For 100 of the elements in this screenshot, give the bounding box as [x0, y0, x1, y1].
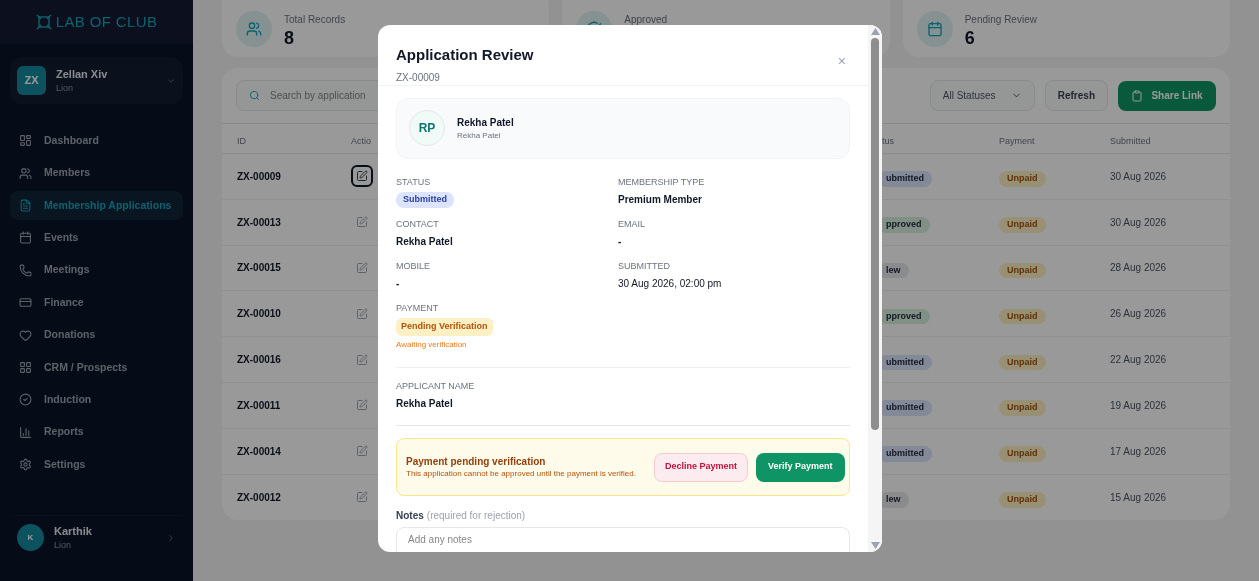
- application-id: ZX-00009: [237, 169, 282, 184]
- sidebar-item[interactable]: Members: [10, 158, 183, 188]
- payment-badge: Unpaid: [999, 354, 1046, 371]
- submitted-date: 15 Aug 2026: [1110, 490, 1168, 505]
- field-label: APPLICANT NAME: [396, 379, 476, 393]
- people-icon: [246, 20, 262, 37]
- status-filter[interactable]: All Statuses: [929, 80, 1035, 111]
- account-role: Lion: [56, 82, 74, 95]
- submitted-date: 17 Aug 2026: [1110, 444, 1168, 459]
- submitted-date: 22 Aug 2026: [1110, 353, 1168, 368]
- document-icon: [19, 198, 32, 212]
- sidebar-item[interactable]: Dashboard: [10, 126, 183, 156]
- application-id: ZX-00016: [237, 353, 282, 368]
- field-label: EMAIL: [618, 217, 646, 231]
- sidebar-item[interactable]: Membership Applications: [10, 190, 183, 221]
- submitted-date: 30 Aug 2026: [1110, 169, 1168, 184]
- field-label: SUBMITTED: [618, 259, 671, 273]
- card-icon: [19, 296, 32, 310]
- field-label: STATUS: [396, 175, 432, 189]
- account-name: Zellan Xiv: [56, 66, 109, 82]
- account-switcher[interactable]: ZX Zellan Xiv Lion: [10, 57, 183, 104]
- logo-icon: [35, 14, 52, 30]
- user-name: Karthik: [54, 523, 93, 539]
- field-label: MOBILE: [396, 259, 431, 273]
- account-avatar: ZX: [17, 66, 46, 95]
- applicant-subname: Rekha Patel: [457, 129, 502, 142]
- verify-payment-button[interactable]: Verify Payment: [756, 452, 845, 482]
- scrollbar[interactable]: [868, 25, 882, 552]
- edit-icon: [356, 262, 368, 274]
- submitted-date: 19 Aug 2026: [1110, 398, 1168, 413]
- field-label: PAYMENT: [396, 301, 440, 315]
- field-label: CONTACT: [396, 217, 440, 231]
- field-value: Premium Member: [618, 193, 703, 207]
- application-id: ZX-00015: [237, 261, 282, 276]
- share-link-button[interactable]: Share Link: [1118, 80, 1216, 111]
- field-value: Rekha Patel: [396, 235, 454, 249]
- phone-icon: [19, 263, 32, 277]
- application-id: ZX-00011: [237, 398, 282, 413]
- payment-badge: Unpaid: [999, 263, 1046, 279]
- calendar-icon: [926, 20, 943, 37]
- close-button[interactable]: ×: [833, 54, 850, 68]
- edit-icon: [356, 353, 368, 366]
- edit-icon: [356, 307, 368, 320]
- user-role: Lion: [54, 539, 72, 552]
- calendar-icon: [19, 231, 32, 245]
- dialog-title: Application Review: [396, 45, 534, 65]
- people-icon: [19, 166, 32, 180]
- applicant-avatar: RP: [409, 110, 445, 146]
- dialog-subtitle: ZX-00009: [396, 70, 441, 85]
- scroll-down-arrow-icon[interactable]: [870, 542, 880, 549]
- notes-hint: (required for rejection): [426, 509, 526, 523]
- application-id: ZX-00013: [237, 215, 282, 230]
- submitted-date: 28 Aug 2026: [1110, 261, 1168, 276]
- scroll-up-arrow-icon[interactable]: [870, 28, 880, 35]
- refresh-button[interactable]: Refresh: [1044, 80, 1108, 111]
- column-header: Actio: [351, 135, 371, 146]
- stat-label: Total Records: [284, 12, 346, 27]
- stat-value: 6: [964, 26, 976, 49]
- edit-icon: [356, 216, 368, 229]
- stat-label: Approved: [624, 12, 668, 27]
- payment-badge: Unpaid: [999, 400, 1046, 416]
- logo-text: LAB OF CLUB: [55, 11, 158, 32]
- application-id: ZX-00010: [237, 307, 282, 322]
- user-menu[interactable]: K Karthik Lion: [10, 515, 183, 559]
- column-header: Payment: [999, 135, 1035, 146]
- sidebar-item[interactable]: Reports: [10, 417, 183, 447]
- chevron-right-icon: [166, 532, 176, 543]
- heart-icon: [19, 328, 32, 342]
- sidebar-item[interactable]: Finance: [10, 287, 183, 318]
- user-avatar: K: [17, 524, 44, 551]
- alert-title: Payment pending verification: [406, 455, 547, 470]
- edit-button[interactable]: [351, 165, 373, 188]
- column-header: Submitted: [1110, 135, 1151, 146]
- payment-badge: Unpaid: [999, 308, 1046, 325]
- decline-payment-button[interactable]: Decline Payment: [654, 452, 749, 482]
- field-value: 30 Aug 2026, 02:00 pm: [618, 277, 723, 291]
- settings-icon: [19, 458, 32, 472]
- application-id: ZX-00014: [237, 444, 282, 459]
- submitted-date: 26 Aug 2026: [1110, 307, 1168, 322]
- payment-badge: Unpaid: [999, 217, 1046, 233]
- edit-icon: [356, 491, 368, 504]
- payment-badge: Unpaid: [999, 446, 1046, 462]
- sidebar-item[interactable]: Donations: [10, 320, 183, 350]
- edit-icon: [356, 445, 368, 458]
- sidebar-item[interactable]: Induction: [10, 385, 183, 415]
- applicant-name: Rekha Patel: [457, 115, 514, 130]
- sidebar-item[interactable]: Events: [10, 223, 183, 253]
- clipboard-icon: [1131, 89, 1144, 102]
- payment-note: Awaiting verification: [396, 338, 468, 351]
- field-value: -: [396, 277, 401, 291]
- notes-field[interactable]: Add any notes: [396, 527, 850, 552]
- sidebar-item[interactable]: Meetings: [10, 255, 183, 285]
- sidebar-item[interactable]: CRM / Prospects: [10, 352, 183, 383]
- sidebar-item[interactable]: Settings: [10, 449, 183, 480]
- dashboard-icon: [19, 134, 32, 148]
- payment-badge: Unpaid: [999, 171, 1046, 187]
- submitted-date: 30 Aug 2026: [1110, 215, 1168, 230]
- notes-label: Notes: [396, 509, 424, 523]
- application-id: ZX-00012: [237, 490, 282, 505]
- column-header: tus: [882, 135, 894, 146]
